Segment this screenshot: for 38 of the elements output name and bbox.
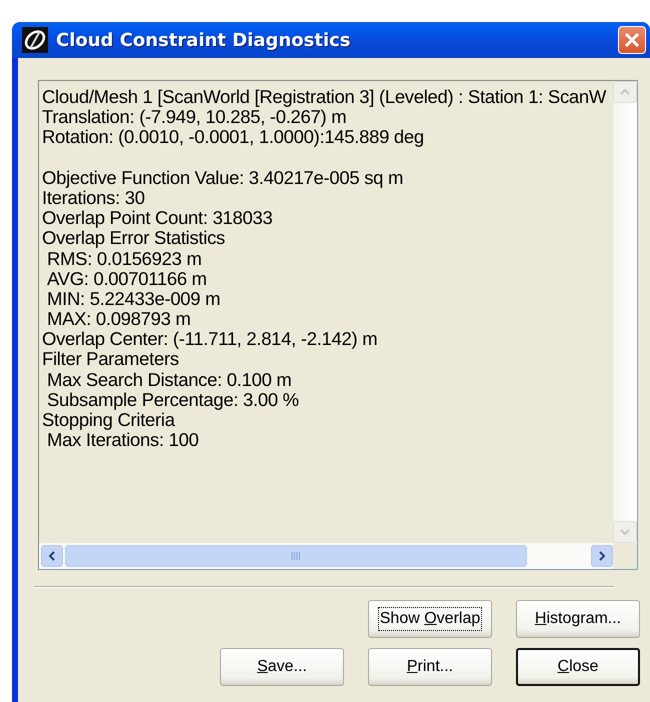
horizontal-scrollbar[interactable] <box>39 543 613 569</box>
report-line: Objective Function Value: 3.40217e-005 sq m <box>42 166 404 188</box>
window-title: Cloud Constraint Diagnostics <box>56 30 352 50</box>
scroll-thumb[interactable] <box>65 545 527 567</box>
dialog-button[interactable]: Show Overlap <box>368 600 492 638</box>
chevron-up-icon <box>620 89 630 95</box>
app-icon <box>22 27 48 53</box>
report-line: Overlap Center: (-11.711, 2.814, -2.142) m <box>42 329 378 350</box>
report-text-area[interactable] <box>38 80 638 570</box>
report-line: Rotation: (0.0010, -0.0001, 1.0000):145.889 deg <box>42 127 424 148</box>
dialog-button[interactable]: Save... <box>220 648 344 686</box>
scroll-left-button[interactable] <box>41 545 63 567</box>
chevron-right-icon <box>599 551 605 561</box>
chevron-down-icon <box>620 529 630 535</box>
report-line: Overlap Error Statistics <box>42 228 225 249</box>
dialog-button[interactable]: Close <box>516 648 640 686</box>
report-line: Overlap Point Count: 318033 <box>42 208 273 228</box>
report-line: RMS: 0.0156923 m <box>47 248 202 269</box>
report-line: Iterations: 30 <box>42 188 145 208</box>
scroll-up-button[interactable] <box>613 81 637 103</box>
report-line: Stopping Criteria <box>42 410 175 430</box>
report-line: MIN: 5.22433e-009 m <box>46 288 220 310</box>
report-line: Cloud/Mesh 1 [ScanWorld [Registration 3] (Leveled) : Station 1: ScanW <box>42 87 606 108</box>
close-button[interactable] <box>618 26 646 54</box>
report-line: Max Search Distance: 0.100 m <box>46 370 292 390</box>
report-line: MAX: 0.098793 m <box>46 309 191 330</box>
report-line: Subsample Percentage: 3.00 % <box>46 390 299 410</box>
vertical-scrollbar[interactable] <box>613 81 637 543</box>
report-line: Max Iterations: 100 <box>47 430 199 450</box>
dialog-button[interactable]: Histogram... <box>516 600 640 638</box>
report-line: Translation: (-7.949, 10.285, -0.267) m <box>42 107 346 128</box>
chevron-left-icon <box>49 551 55 561</box>
report-line: AVG: 0.00701166 m <box>46 268 207 289</box>
scroll-right-button[interactable] <box>591 545 613 567</box>
report-line: Filter Parameters <box>42 349 179 370</box>
close-icon <box>622 30 642 50</box>
dialog-button[interactable]: Print... <box>368 648 492 686</box>
grip-icon <box>291 552 301 560</box>
